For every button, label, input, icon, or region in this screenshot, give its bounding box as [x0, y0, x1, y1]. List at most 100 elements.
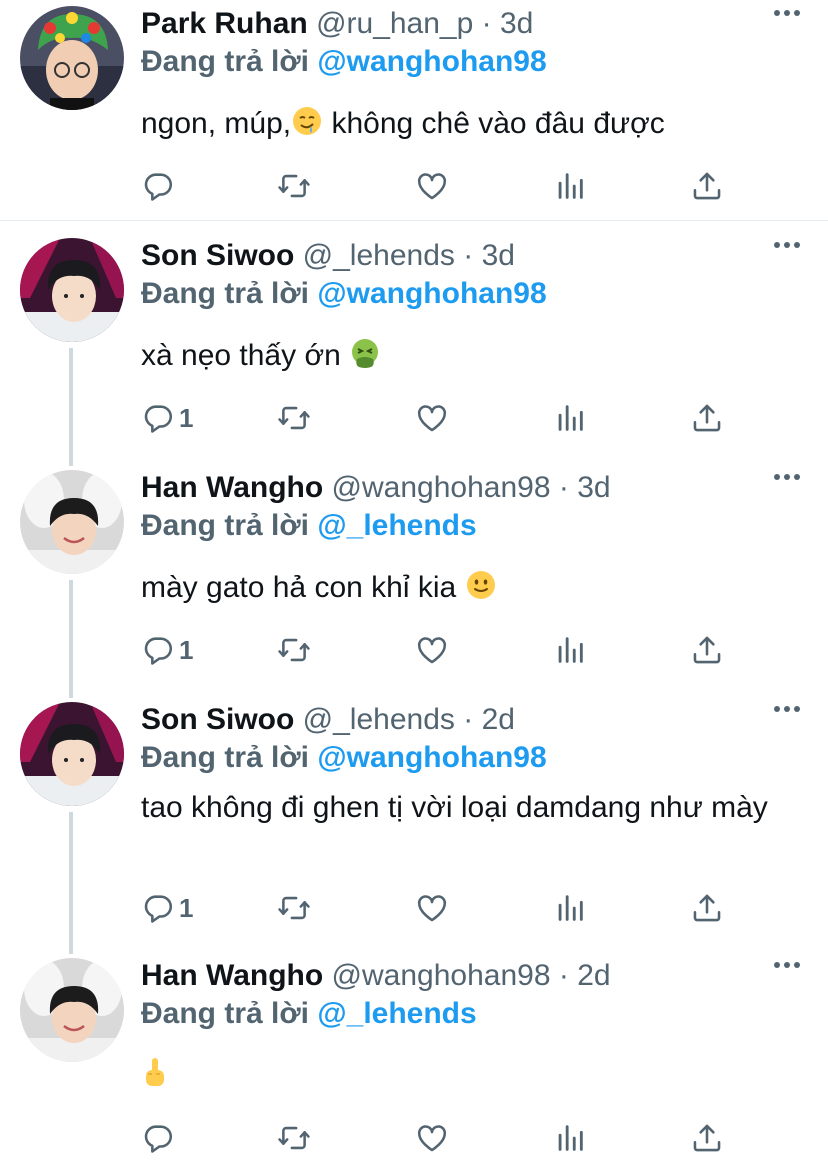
action-bar: 1	[141, 890, 741, 926]
retweet-button[interactable]	[277, 168, 311, 204]
reply-icon	[141, 891, 175, 925]
display-name[interactable]: Han Wangho	[141, 959, 323, 992]
retweet-icon	[277, 891, 311, 925]
middle-finger-emoji	[141, 1056, 169, 1101]
like-button[interactable]	[415, 632, 449, 668]
like-button[interactable]	[415, 400, 449, 436]
reply-icon	[141, 633, 175, 667]
more-icon[interactable]	[774, 474, 800, 482]
share-icon	[690, 891, 724, 925]
more-icon[interactable]	[774, 706, 800, 714]
analytics-icon	[553, 891, 587, 925]
avatar[interactable]	[20, 238, 124, 342]
replying-to: Đang trả lời @wanghohan98	[141, 45, 547, 78]
mention-link[interactable]: @wanghohan98	[317, 277, 546, 310]
like-button[interactable]	[415, 1120, 449, 1156]
retweet-button[interactable]	[277, 1120, 311, 1156]
analytics-icon	[553, 169, 587, 203]
handle[interactable]: @wanghohan98	[332, 471, 551, 504]
share-icon	[690, 401, 724, 435]
mention-link[interactable]: @wanghohan98	[317, 45, 546, 78]
retweet-icon	[277, 401, 311, 435]
reply-button[interactable]	[141, 1120, 179, 1156]
like-icon	[415, 1121, 449, 1155]
timestamp[interactable]: 2d	[577, 959, 610, 992]
drooling-face-emoji	[291, 105, 323, 148]
analytics-button[interactable]	[553, 890, 587, 926]
reply-icon	[141, 169, 175, 203]
more-icon[interactable]	[774, 242, 800, 250]
share-button[interactable]	[690, 400, 724, 436]
analytics-button[interactable]	[553, 400, 587, 436]
tweet-header: Han Wangho @wanghohan98 · 3d	[141, 471, 611, 504]
handle[interactable]: @wanghohan98	[332, 959, 551, 992]
tweet[interactable]: Son Siwoo @_lehends · 3d Đang trả lời @w…	[0, 232, 828, 464]
reply-button[interactable]: 1	[141, 400, 193, 436]
replying-to: Đang trả lời @_lehends	[141, 997, 477, 1030]
replying-to: Đang trả lời @_lehends	[141, 509, 477, 542]
replying-to: Đang trả lời @wanghohan98	[141, 741, 547, 774]
avatar[interactable]	[20, 470, 124, 574]
slightly-smiling-face-emoji	[465, 569, 497, 612]
mention-link[interactable]: @wanghohan98	[317, 741, 546, 774]
mention-link[interactable]: @_lehends	[317, 509, 476, 542]
avatar[interactable]	[20, 958, 124, 1062]
action-bar: 1	[141, 400, 741, 436]
tweet-text	[141, 1056, 801, 1101]
reply-button[interactable]: 1	[141, 632, 193, 668]
analytics-icon	[553, 633, 587, 667]
vomiting-face-emoji	[349, 337, 381, 380]
action-bar: 1	[141, 632, 741, 668]
handle[interactable]: @_lehends	[303, 703, 455, 736]
tweet[interactable]: Han Wangho @wanghohan98 · 3d Đang trả lờ…	[0, 464, 828, 696]
more-icon[interactable]	[774, 962, 800, 970]
tweet[interactable]: Park Ruhan @ru_han_p · 3d Đang trả lời @…	[0, 0, 828, 220]
retweet-button[interactable]	[277, 632, 311, 668]
reply-button[interactable]: 1	[141, 890, 193, 926]
avatar[interactable]	[20, 6, 124, 110]
analytics-button[interactable]	[553, 168, 587, 204]
like-button[interactable]	[415, 168, 449, 204]
like-icon	[415, 633, 449, 667]
retweet-button[interactable]	[277, 400, 311, 436]
reply-count: 1	[179, 634, 194, 665]
tweet-text: xà nẹo thấy ớn	[141, 336, 801, 380]
share-icon	[690, 169, 724, 203]
share-icon	[690, 633, 724, 667]
mention-link[interactable]: @_lehends	[317, 997, 476, 1030]
timestamp[interactable]: 3d	[577, 471, 610, 504]
timestamp[interactable]: 2d	[482, 703, 515, 736]
timestamp[interactable]: 3d	[482, 239, 515, 272]
display-name[interactable]: Son Siwoo	[141, 239, 294, 272]
like-button[interactable]	[415, 890, 449, 926]
tweet[interactable]: Son Siwoo @_lehends · 2d Đang trả lời @w…	[0, 696, 828, 952]
action-bar	[141, 168, 741, 204]
share-button[interactable]	[690, 890, 724, 926]
timestamp[interactable]: 3d	[500, 7, 533, 40]
tweet-text: ngon, múp, không chê vào đâu được	[141, 104, 801, 148]
handle[interactable]: @ru_han_p	[316, 7, 473, 40]
avatar[interactable]	[20, 702, 124, 806]
analytics-button[interactable]	[553, 1120, 587, 1156]
share-icon	[690, 1121, 724, 1155]
handle[interactable]: @_lehends	[303, 239, 455, 272]
share-button[interactable]	[690, 168, 724, 204]
like-icon	[415, 891, 449, 925]
share-button[interactable]	[690, 632, 724, 668]
analytics-button[interactable]	[553, 632, 587, 668]
share-button[interactable]	[690, 1120, 724, 1156]
like-icon	[415, 401, 449, 435]
reply-count: 1	[179, 892, 194, 923]
display-name[interactable]: Han Wangho	[141, 471, 323, 504]
tweet[interactable]: Han Wangho @wanghohan98 · 2d Đang trả lờ…	[0, 952, 828, 1167]
retweet-button[interactable]	[277, 890, 311, 926]
reply-icon	[141, 1121, 175, 1155]
analytics-icon	[553, 1121, 587, 1155]
tweet-header: Park Ruhan @ru_han_p · 3d	[141, 7, 534, 40]
retweet-icon	[277, 633, 311, 667]
display-name[interactable]: Son Siwoo	[141, 703, 294, 736]
reply-button[interactable]	[141, 168, 179, 204]
more-icon[interactable]	[774, 10, 800, 18]
display-name[interactable]: Park Ruhan	[141, 7, 308, 40]
retweet-icon	[277, 1121, 311, 1155]
